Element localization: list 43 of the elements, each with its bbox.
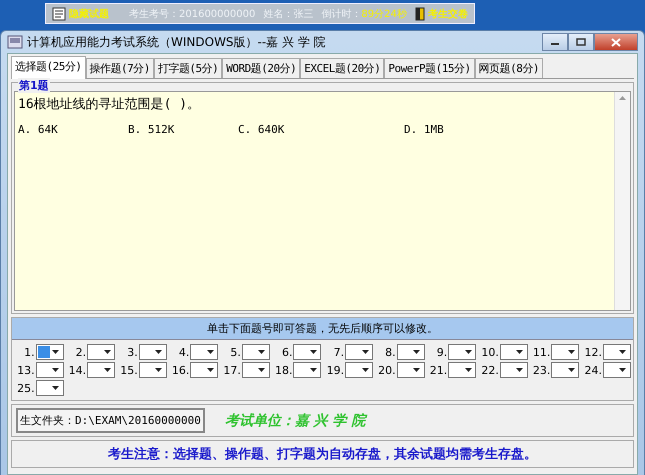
question-label: 18.	[274, 364, 292, 376]
question-label: 12.	[584, 346, 602, 358]
answer-option: B. 512K	[128, 123, 238, 136]
question-label: 20.	[378, 364, 396, 376]
question-label: 3.	[127, 346, 138, 358]
question-label: 17.	[223, 364, 241, 376]
question-label: 16.	[172, 364, 190, 376]
tab[interactable]: 打字题(5分)	[154, 58, 222, 78]
tab[interactable]: PowerP题(15分)	[384, 58, 475, 78]
answer-option: C. 640K	[238, 123, 404, 136]
tab[interactable]: 网页题(8分)	[474, 58, 543, 78]
question-label: 13.	[17, 364, 35, 376]
question-label: 4.	[178, 346, 190, 358]
window-title: 计算机应用能力考试系统（WINDOWS版）--嘉 兴 学 院	[27, 34, 327, 50]
question-label: 23.	[532, 364, 550, 376]
question-label: 14.	[68, 364, 86, 376]
question-label: 6.	[282, 346, 292, 358]
tab[interactable]: WORD题(20分)	[222, 58, 300, 78]
question-label: 7.	[334, 346, 344, 358]
tab[interactable]: 操作题(7分)	[86, 58, 154, 78]
question-label: 21.	[430, 364, 448, 376]
notice-text: 考生注意：选择题、操作题、打字题为自动存盘，其余试题均需考生存盘。	[11, 440, 634, 468]
answer-option: A. 64K	[18, 123, 128, 136]
question-label: 24.	[584, 364, 602, 376]
question-label: 1.	[24, 346, 35, 358]
question-label: 19.	[326, 364, 344, 376]
tab[interactable]: EXCEL题(20分)	[300, 58, 384, 78]
exam-unit: 考试单位：嘉 兴 学 院	[224, 412, 366, 430]
tab[interactable]: 选择题(25分)	[11, 56, 86, 79]
folder-field: 生文件夹：D:\EXAM\20160000000	[16, 408, 205, 433]
question-text: 16根地址线的寻址范围是( )。	[18, 96, 202, 113]
answer-option: D. 1MB	[404, 123, 504, 136]
question-label: 15.	[120, 364, 138, 376]
question-label: 10.	[481, 346, 499, 358]
question-label: 9.	[436, 346, 448, 358]
answer-hint: 单击下面题号即可答题，无先后顺序可以修改。	[12, 318, 633, 340]
question-number: 第1题	[18, 78, 50, 93]
question-label: 22.	[481, 364, 499, 376]
question-label: 11.	[532, 346, 550, 358]
question-label: 2.	[76, 346, 86, 358]
question-label: 8.	[385, 346, 396, 358]
question-label: 5.	[230, 346, 241, 358]
question-label: 25.	[17, 382, 35, 394]
